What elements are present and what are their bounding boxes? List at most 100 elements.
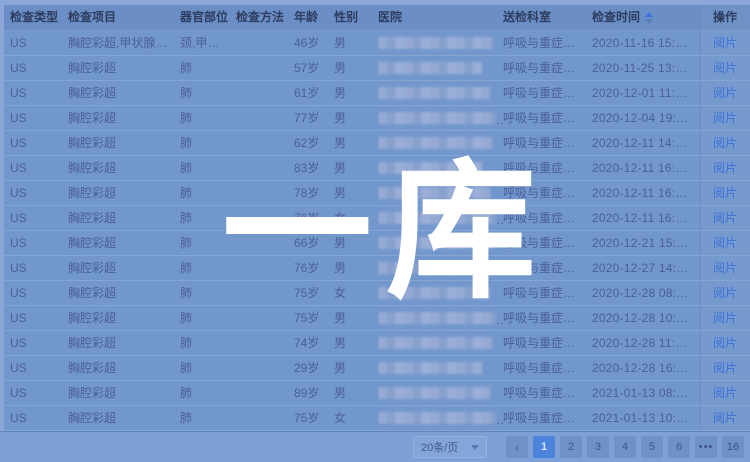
cell-gender: 男 (334, 256, 378, 280)
cell-exam-time: 2020-11-25 13:50:01 (592, 56, 700, 80)
cell-gender: 女 (334, 206, 378, 230)
view-image-link[interactable]: 阅片 (700, 356, 750, 380)
cell-age: 75岁 (294, 406, 334, 430)
col-header-exam-time[interactable]: 检查时间 (592, 5, 700, 30)
cell-method (236, 106, 294, 130)
cell-method (236, 306, 294, 330)
view-image-link[interactable]: 阅片 (700, 331, 750, 355)
view-image-link[interactable]: 阅片 (700, 56, 750, 80)
cell-exam-time: 2021-01-13 10:17:16 (592, 406, 700, 430)
sort-icon[interactable] (645, 12, 653, 24)
view-image-link[interactable]: 阅片 (700, 306, 750, 330)
cell-age: 61岁 (294, 81, 334, 105)
cell-exam-item: 胸腔彩超 (68, 131, 180, 155)
table-row[interactable]: US 胸腔彩超 肺 78岁 男 呼吸与重症医... 2020-12-11 16:… (4, 181, 750, 206)
cell-age: 76岁 (294, 206, 334, 230)
view-image-link[interactable]: 阅片 (700, 131, 750, 155)
cell-age: 29岁 (294, 356, 334, 380)
page-size-select[interactable]: 20条/页 (413, 436, 487, 458)
table-row[interactable]: US 胸腔彩超 肺 75岁 女 呼吸与重症医... 2020-12-28 08:… (4, 281, 750, 306)
cell-exam-type: US (10, 81, 68, 105)
table-row[interactable]: US 胸腔彩超 肺 83岁 男 呼吸与重症医... 2020-12-11 16:… (4, 156, 750, 181)
cell-exam-time: 2020-12-28 11:38:11 (592, 331, 700, 355)
cell-exam-time: 2021-01-13 08:35:05 (592, 381, 700, 405)
page-button-16[interactable]: 16 (722, 436, 744, 458)
view-image-link[interactable]: 阅片 (700, 81, 750, 105)
cell-dept: 呼吸与重症医... (503, 281, 592, 305)
hospital-redacted-block (378, 262, 482, 274)
cell-gender: 男 (334, 31, 378, 55)
view-image-link[interactable]: 阅片 (700, 406, 750, 430)
table-row[interactable]: US 胸腔彩超 肺 57岁 男 呼吸与重症医... 2020-11-25 13:… (4, 56, 750, 81)
sort-desc-icon[interactable] (645, 19, 653, 24)
cell-hospital (378, 156, 503, 180)
table-row[interactable]: US 胸腔彩超 肺 66岁 男 呼吸与重症医... 2020-12-21 15:… (4, 231, 750, 256)
cell-exam-item: 胸腔彩超 (68, 181, 180, 205)
table-row[interactable]: US 胸腔彩超 肺 75岁 男 呼吸与重症医... 2020-12-28 10:… (4, 306, 750, 331)
cell-dept: 呼吸与重症医... (503, 156, 592, 180)
cell-exam-item: 胸腔彩超 (68, 306, 180, 330)
cell-hospital (378, 381, 503, 405)
view-image-link[interactable]: 阅片 (700, 106, 750, 130)
view-image-link[interactable]: 阅片 (700, 281, 750, 305)
view-image-link[interactable]: 阅片 (700, 181, 750, 205)
view-image-link[interactable]: 阅片 (700, 231, 750, 255)
cell-gender: 男 (334, 331, 378, 355)
page-button-4[interactable]: 4 (614, 436, 636, 458)
view-image-link[interactable]: 阅片 (700, 31, 750, 55)
exam-list-screen: 检查类型 检查项目 器官部位 检查方法 年龄 性别 医院 送检科室 检查时间 操… (0, 0, 750, 462)
table-row[interactable]: US 胸腔彩超 肺 75岁 女 呼吸与重症医... 2021-01-13 10:… (4, 406, 750, 431)
cell-exam-type: US (10, 156, 68, 180)
table-row[interactable]: US 胸腔彩超 肺 29岁 男 呼吸与重症医... 2020-12-28 16:… (4, 356, 750, 381)
view-image-link[interactable]: 阅片 (700, 156, 750, 180)
cell-exam-item: 胸腔彩超 (68, 56, 180, 80)
table-row[interactable]: US 胸腔彩超,甲状腺彩超 颈,甲状... 46岁 男 呼吸与重症医... 20… (4, 31, 750, 56)
page-button-2[interactable]: 2 (560, 436, 582, 458)
cell-hospital (378, 331, 503, 355)
cell-hospital (378, 306, 503, 330)
view-image-link[interactable]: 阅片 (700, 256, 750, 280)
sort-asc-icon[interactable] (645, 12, 653, 17)
cell-gender: 男 (334, 381, 378, 405)
table-row[interactable]: US 胸腔彩超 肺 62岁 男 呼吸与重症医... 2020-12-11 14:… (4, 131, 750, 156)
cell-age: 46岁 (294, 31, 334, 55)
hospital-redacted-block (378, 212, 496, 224)
cell-organ: 肺 (180, 206, 236, 230)
cell-exam-time: 2020-12-21 15:10:33 (592, 231, 700, 255)
hospital-redacted-block (378, 112, 496, 124)
page-button-1[interactable]: 1 (533, 436, 555, 458)
cell-age: 75岁 (294, 306, 334, 330)
cell-dept: 呼吸与重症医... (503, 381, 592, 405)
table-row[interactable]: US 胸腔彩超 肺 76岁 男 呼吸与重症医... 2020-12-27 14:… (4, 256, 750, 281)
cell-hospital (378, 81, 503, 105)
cell-dept: 呼吸与重症医... (503, 306, 592, 330)
view-image-link[interactable]: 阅片 (700, 206, 750, 230)
table-row[interactable]: US 胸腔彩超 肺 89岁 男 呼吸与重症医... 2021-01-13 08:… (4, 381, 750, 406)
page-button-6[interactable]: 6 (668, 436, 690, 458)
prev-page-button[interactable]: ‹ (506, 436, 528, 458)
cell-exam-item: 胸腔彩超 (68, 281, 180, 305)
cell-exam-time: 2020-11-16 15:44:49 (592, 31, 700, 55)
cell-exam-time: 2020-12-01 11:14:21 (592, 81, 700, 105)
cell-method (236, 31, 294, 55)
cell-method (236, 406, 294, 430)
cell-dept: 呼吸与重症医... (503, 406, 592, 430)
table-row[interactable]: US 胸腔彩超 肺 74岁 男 呼吸与重症医... 2020-12-28 11:… (4, 331, 750, 356)
more-pages-icon[interactable]: ••• (695, 436, 717, 458)
cell-exam-type: US (10, 281, 68, 305)
table-row[interactable]: US 胸腔彩超 肺 61岁 男 呼吸与重症医... 2020-12-01 11:… (4, 81, 750, 106)
page-button-3[interactable]: 3 (587, 436, 609, 458)
cell-exam-type: US (10, 381, 68, 405)
table-row[interactable]: US 胸腔彩超 肺 76岁 女 呼吸与重症医... 2020-12-11 16:… (4, 206, 750, 231)
cell-exam-type: US (10, 256, 68, 280)
table-row[interactable]: US 胸腔彩超 肺 77岁 男 呼吸与重症医... 2020-12-04 19:… (4, 106, 750, 131)
page-button-5[interactable]: 5 (641, 436, 663, 458)
view-image-link[interactable]: 阅片 (700, 381, 750, 405)
cell-dept: 呼吸与重症医... (503, 56, 592, 80)
col-header-dept: 送检科室 (503, 5, 592, 30)
exam-time-header-label: 检查时间 (592, 10, 640, 24)
cell-organ: 肺 (180, 331, 236, 355)
cell-dept: 呼吸与重症医... (503, 206, 592, 230)
cell-method (236, 256, 294, 280)
cell-organ: 肺 (180, 181, 236, 205)
